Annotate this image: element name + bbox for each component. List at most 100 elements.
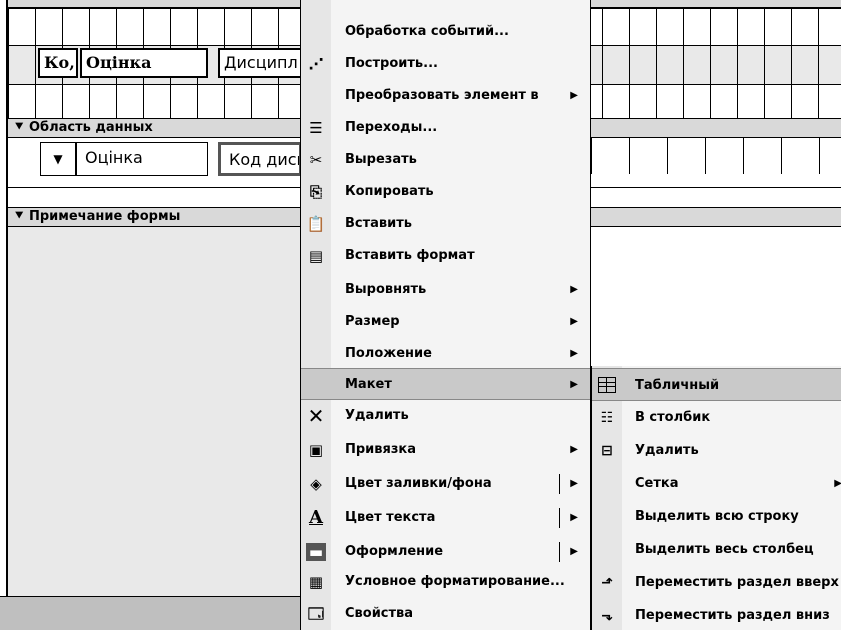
detail-section-label: Область данных bbox=[28, 120, 153, 135]
submenu-item-select-column[interactable]: Выделить весь столбец bbox=[592, 533, 841, 566]
section-arrow-icon: ⯆ bbox=[14, 120, 29, 135]
properties-icon: 🗔 bbox=[307, 605, 325, 623]
menu-item-anchoring[interactable]: ▣ Привязка ▶ bbox=[301, 434, 590, 466]
tab-order-icon: ☰ bbox=[309, 119, 323, 137]
submenu-arrow-icon: ▶ bbox=[570, 90, 578, 101]
submenu-item-label: В столбик bbox=[635, 410, 711, 425]
menu-item-tab-order[interactable]: ☰ Переходы... bbox=[301, 112, 590, 144]
menu-item-label: Макет bbox=[345, 377, 392, 392]
menu-item-label: Вставить формат bbox=[345, 248, 475, 263]
submenu-item-gridlines[interactable]: Сетка ▶ bbox=[592, 467, 841, 500]
menu-item-copy[interactable]: ⎘ Копировать bbox=[301, 176, 590, 208]
anchor-icon: ▣ bbox=[308, 441, 324, 459]
delete-x-icon: ✕ bbox=[307, 404, 325, 428]
build-wand-icon: ⋰ bbox=[308, 55, 324, 73]
section-arrow-icon: ⯆ bbox=[14, 209, 29, 224]
grade-field[interactable]: Оцінка bbox=[76, 142, 208, 176]
header-label-discipline[interactable]: Дисципл bbox=[218, 48, 302, 78]
menu-item-special-effect[interactable]: ▬ Оформление ▶ bbox=[301, 536, 590, 568]
footer-section-label: Примечание формы bbox=[28, 209, 181, 224]
submenu-arrow-icon[interactable]: ▶ bbox=[570, 502, 578, 534]
menu-item-label: Вырезать bbox=[345, 152, 417, 167]
menu-item-label: Преобразовать элемент в bbox=[345, 88, 539, 103]
menu-item-label: Свойства bbox=[345, 606, 414, 621]
context-menu: Обработка событий... ⋰ Построить... Прео… bbox=[300, 0, 591, 630]
header-label-code[interactable]: Ко, bbox=[38, 48, 78, 78]
menu-item-label: Положение bbox=[345, 346, 432, 361]
split-separator bbox=[559, 508, 560, 528]
move-down-icon: ⬎ bbox=[601, 608, 613, 624]
submenu-arrow-icon: ▶ bbox=[570, 316, 578, 327]
special-effect-icon: ▬ bbox=[306, 543, 326, 561]
submenu-item-label: Выделить всю строку bbox=[635, 509, 799, 524]
menu-item-label: Выровнять bbox=[345, 282, 427, 297]
menu-item-delete[interactable]: ✕ Удалить bbox=[301, 400, 590, 432]
menu-item-label: Построить... bbox=[345, 56, 438, 71]
menu-item-label: Вставить bbox=[345, 216, 413, 231]
menu-item-build[interactable]: ⋰ Построить... bbox=[301, 48, 590, 80]
submenu-item-remove[interactable]: ⊟ Удалить bbox=[592, 434, 841, 467]
menu-item-size[interactable]: Размер ▶ bbox=[301, 306, 590, 338]
menu-item-label: Переходы... bbox=[345, 120, 438, 135]
menu-item-label: Размер bbox=[345, 314, 400, 329]
header-label-grade[interactable]: Оцінка bbox=[80, 48, 208, 78]
paste-icon: 📋 bbox=[306, 215, 326, 233]
submenu-item-label: Сетка bbox=[635, 476, 679, 491]
submenu-item-label: Переместить раздел вниз bbox=[635, 608, 830, 623]
detail-grid-right bbox=[591, 138, 841, 174]
menu-item-label: Обработка событий... bbox=[345, 24, 509, 39]
menu-item-conditional-format[interactable]: ▦ Условное форматирование... bbox=[301, 566, 590, 598]
vertical-ruler bbox=[0, 0, 8, 600]
combo-dropdown-icon[interactable]: ▼ bbox=[40, 142, 76, 176]
menu-item-label: Копировать bbox=[345, 184, 434, 199]
submenu-item-move-up[interactable]: ⬏ Переместить раздел вверх bbox=[592, 566, 841, 599]
submenu-item-select-row[interactable]: Выделить всю строку bbox=[592, 500, 841, 533]
scissors-icon: ✂ bbox=[309, 151, 323, 169]
menu-item-cut[interactable]: ✂ Вырезать bbox=[301, 144, 590, 176]
footer-area bbox=[8, 227, 300, 597]
tabular-layout-icon bbox=[597, 377, 617, 395]
menu-item-layout[interactable]: Макет ▶ bbox=[301, 368, 590, 400]
submenu-arrow-icon: ▶ bbox=[570, 284, 578, 295]
remove-layout-icon: ⊟ bbox=[601, 443, 613, 459]
menu-item-font-color[interactable]: A Цвет текста ▶ bbox=[301, 502, 590, 534]
font-color-icon: A bbox=[309, 507, 323, 528]
layout-submenu: Табличный ☷ В столбик ⊟ Удалить Сетка ▶ … bbox=[591, 366, 841, 630]
submenu-arrow-icon[interactable]: ▶ bbox=[570, 468, 578, 500]
move-up-icon: ⬏ bbox=[601, 575, 613, 591]
menu-item-paste-format[interactable]: ▤ Вставить формат bbox=[301, 240, 590, 272]
submenu-item-label: Переместить раздел вверх bbox=[635, 575, 839, 590]
menu-item-label: Цвет текста bbox=[345, 510, 436, 525]
menu-item-align[interactable]: Выровнять ▶ bbox=[301, 274, 590, 306]
menu-item-label: Условное форматирование... bbox=[345, 574, 565, 589]
menu-item-label: Привязка bbox=[345, 442, 417, 457]
submenu-item-tabular[interactable]: Табличный bbox=[592, 368, 841, 401]
menu-item-position[interactable]: Положение ▶ bbox=[301, 338, 590, 370]
submenu-item-move-down[interactable]: ⬎ Переместить раздел вниз bbox=[592, 599, 841, 632]
menu-item-label: Оформление bbox=[345, 544, 444, 559]
submenu-arrow-icon: ▶ bbox=[834, 478, 841, 489]
copy-icon: ⎘ bbox=[309, 183, 322, 201]
submenu-arrow-icon: ▶ bbox=[570, 348, 578, 359]
submenu-item-label: Удалить bbox=[635, 443, 699, 458]
conditional-format-icon: ▦ bbox=[308, 573, 324, 591]
menu-item-event-handling[interactable]: Обработка событий... bbox=[301, 16, 590, 48]
menu-item-convert[interactable]: Преобразовать элемент в ▶ bbox=[301, 80, 590, 112]
submenu-arrow-icon: ▶ bbox=[570, 444, 578, 455]
submenu-item-label: Выделить весь столбец bbox=[635, 542, 814, 557]
menu-item-paste[interactable]: 📋 Вставить bbox=[301, 208, 590, 240]
horizontal-scrollbar[interactable] bbox=[0, 596, 300, 630]
submenu-item-stacked[interactable]: ☷ В столбик bbox=[592, 401, 841, 434]
stacked-layout-icon: ☷ bbox=[600, 410, 614, 426]
menu-item-fill-color[interactable]: ◈ Цвет заливки/фона ▶ bbox=[301, 468, 590, 500]
submenu-arrow-icon: ▶ bbox=[570, 379, 578, 390]
menu-item-properties[interactable]: 🗔 Свойства bbox=[301, 598, 590, 630]
discipline-code-field[interactable]: Код дисц bbox=[218, 142, 302, 176]
split-separator bbox=[559, 542, 560, 562]
menu-item-label: Удалить bbox=[345, 408, 409, 423]
fill-color-icon: ◈ bbox=[310, 475, 322, 493]
submenu-arrow-icon[interactable]: ▶ bbox=[570, 536, 578, 568]
split-separator bbox=[559, 474, 560, 494]
submenu-item-label: Табличный bbox=[635, 378, 720, 393]
paste-format-icon: ▤ bbox=[308, 247, 324, 265]
